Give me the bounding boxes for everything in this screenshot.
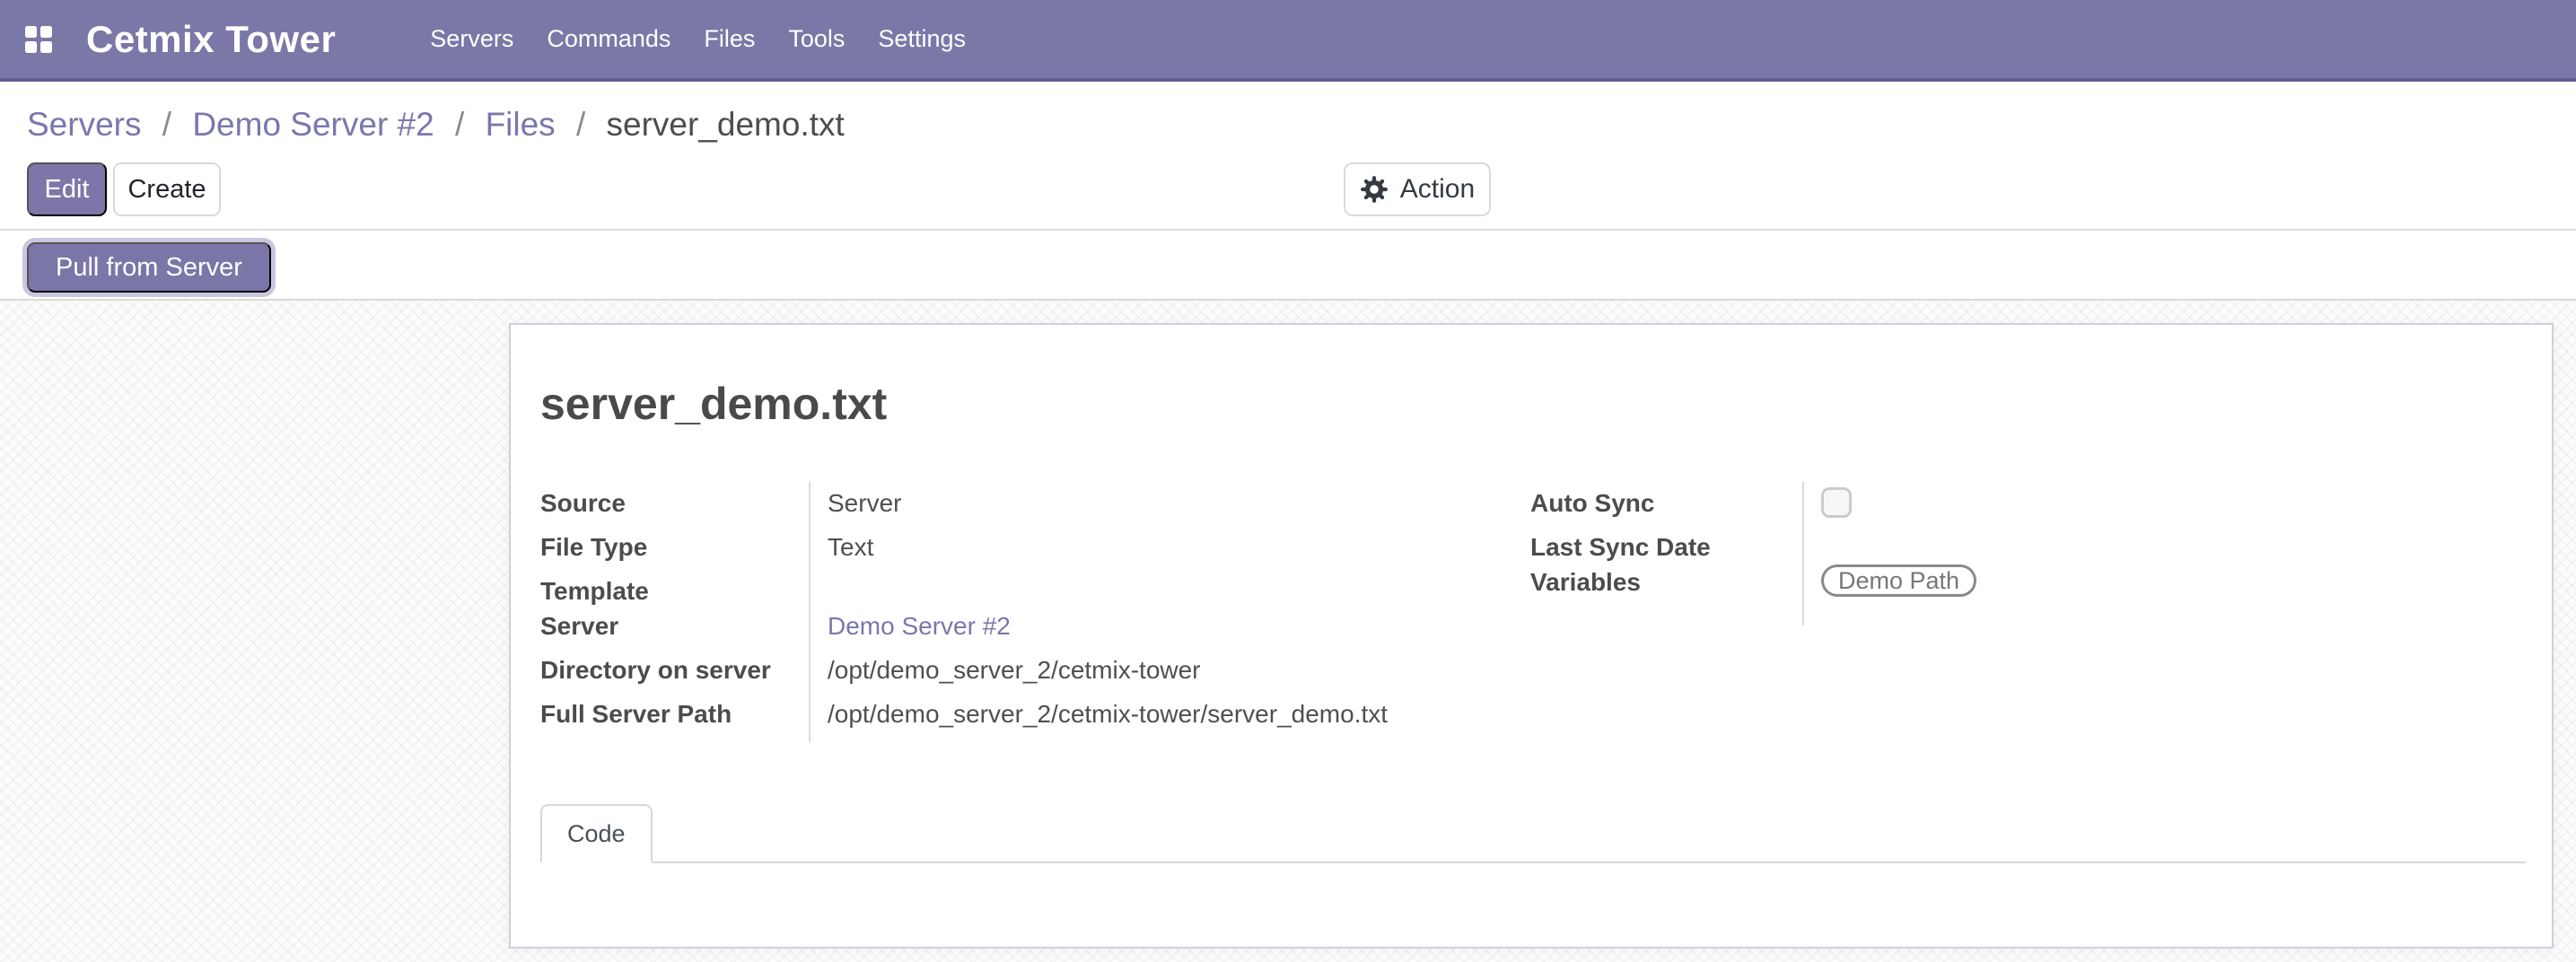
field-separator-line <box>1802 482 1804 625</box>
field-label: Template <box>540 575 809 607</box>
workflow-button-row: Pull from Server <box>0 231 2576 299</box>
menu-item-tools[interactable]: Tools <box>788 25 845 53</box>
main-menu: Servers Commands Files Tools Settings <box>430 25 966 53</box>
field-label: Last Sync Date <box>1530 531 1802 563</box>
field-label: Server <box>540 610 809 642</box>
field-row-full-path: Full Server Path /opt/demo_server_2/cetm… <box>540 698 1530 730</box>
action-button-label: Action <box>1400 174 1475 205</box>
action-button[interactable]: Action <box>1344 162 1491 216</box>
field-value: Text <box>809 531 873 563</box>
breadcrumb-separator: / <box>151 106 183 143</box>
breadcrumb-demo-server[interactable]: Demo Server #2 <box>192 106 434 143</box>
apps-grid-square <box>40 41 52 53</box>
apps-grid-square <box>25 26 37 38</box>
gear-icon <box>1360 175 1389 204</box>
app-brand[interactable]: Cetmix Tower <box>86 18 336 61</box>
breadcrumb-current: server_demo.txt <box>607 106 845 143</box>
menu-item-settings[interactable]: Settings <box>878 25 966 53</box>
field-row-file-type: File Type Text <box>540 531 1530 563</box>
field-value: /opt/demo_server_2/cetmix-tower <box>809 654 1201 686</box>
field-value <box>809 575 828 607</box>
breadcrumb: Servers / Demo Server #2 / Files / serve… <box>0 82 2576 145</box>
field-value: /opt/demo_server_2/cetmix-tower/server_d… <box>809 698 1388 730</box>
apps-grid-icon[interactable] <box>25 26 52 53</box>
menu-item-commands[interactable]: Commands <box>547 25 670 53</box>
field-row-source: Source Server <box>540 487 1530 519</box>
field-row-server: Server Demo Server #2 <box>540 610 1530 642</box>
field-value: Server <box>809 487 901 519</box>
field-value <box>1802 531 1821 563</box>
field-label: Directory on server <box>540 654 809 686</box>
breadcrumb-separator: / <box>565 106 597 143</box>
field-row-last-sync-date: Last Sync Date <box>1530 531 2522 563</box>
top-navbar: Cetmix Tower Servers Commands Files Tool… <box>0 0 2576 82</box>
form-sheet: server_demo.txt Source Server File Type … <box>509 323 2554 949</box>
record-title: server_demo.txt <box>540 376 2522 433</box>
field-label: File Type <box>540 531 809 563</box>
field-group-left: Source Server File Type Text Template Se… <box>540 487 1530 742</box>
create-button[interactable]: Create <box>113 162 221 216</box>
control-panel: Servers / Demo Server #2 / Files / serve… <box>0 82 2576 231</box>
variable-tag: Demo Path <box>1821 564 1976 597</box>
field-label: Full Server Path <box>540 698 809 730</box>
breadcrumb-servers[interactable]: Servers <box>27 106 141 143</box>
menu-item-servers[interactable]: Servers <box>430 25 513 53</box>
tab-code[interactable]: Code <box>540 804 653 863</box>
field-label: Source <box>540 487 809 519</box>
auto-sync-checkbox[interactable] <box>1821 487 1852 518</box>
apps-grid-square <box>25 41 37 53</box>
field-row-directory: Directory on server /opt/demo_server_2/c… <box>540 654 1530 686</box>
form-view-background: server_demo.txt Source Server File Type … <box>0 299 2576 962</box>
menu-item-files[interactable]: Files <box>704 25 755 53</box>
field-label: Auto Sync <box>1530 487 1802 519</box>
field-row-template: Template <box>540 575 1530 607</box>
field-separator-line <box>809 482 810 742</box>
edit-button[interactable]: Edit <box>27 162 107 216</box>
notebook-tab-bar: Code <box>540 804 2526 863</box>
field-row-variables: Variables Demo Path <box>1530 566 2522 598</box>
pull-from-server-button[interactable]: Pull from Server <box>27 242 271 293</box>
breadcrumb-separator: / <box>443 106 476 143</box>
server-record-link[interactable]: Demo Server #2 <box>809 610 1011 642</box>
field-row-auto-sync: Auto Sync <box>1530 487 2522 519</box>
field-group-right: Auto Sync Last Sync Date Variables Demo … <box>1530 487 2522 742</box>
breadcrumb-files[interactable]: Files <box>486 106 556 143</box>
apps-grid-square <box>40 26 52 38</box>
field-groups: Source Server File Type Text Template Se… <box>540 487 2522 742</box>
field-label: Variables <box>1530 566 1802 598</box>
